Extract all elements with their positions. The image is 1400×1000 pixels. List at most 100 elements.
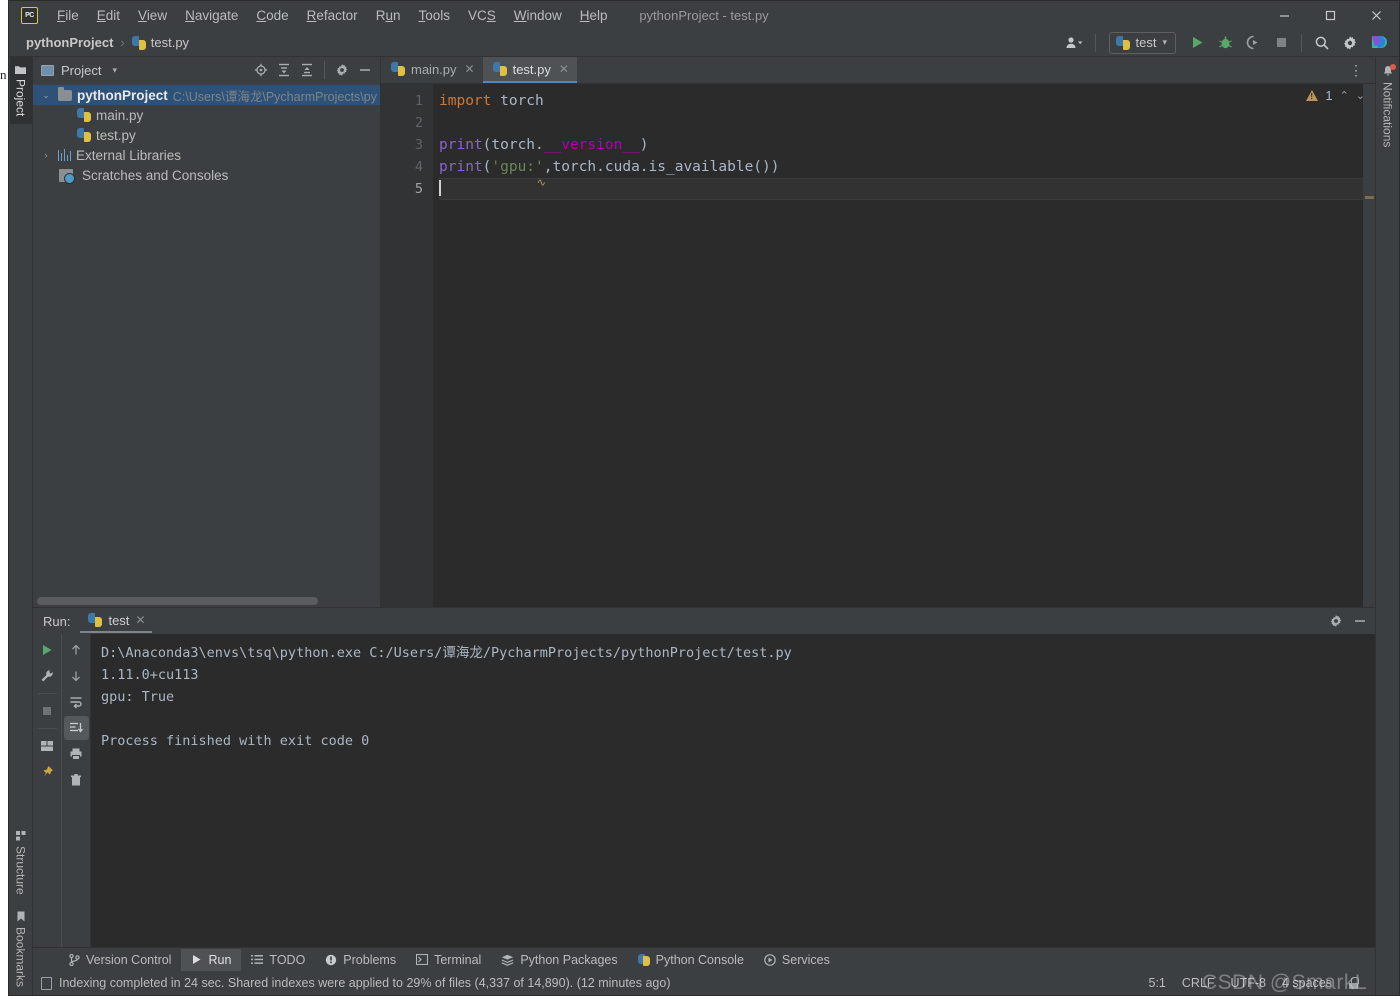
more-options-icon[interactable]: ⋮ bbox=[1343, 58, 1369, 82]
collapse-all-icon[interactable] bbox=[296, 59, 318, 81]
chevron-up-icon[interactable]: ⌃ bbox=[1340, 89, 1349, 102]
settings-icon[interactable] bbox=[331, 59, 353, 81]
hide-icon[interactable] bbox=[354, 59, 376, 81]
lock-icon[interactable] bbox=[1348, 977, 1359, 989]
close-icon[interactable]: ✕ bbox=[465, 62, 475, 76]
chevron-right-icon[interactable]: › bbox=[39, 150, 53, 160]
run-tab-test[interactable]: test ✕ bbox=[80, 610, 152, 633]
settings-icon[interactable] bbox=[1337, 31, 1363, 55]
menu-item-file[interactable]: File bbox=[48, 4, 88, 27]
rerun-icon[interactable] bbox=[35, 638, 60, 662]
file-encoding[interactable]: UTF-8 bbox=[1231, 976, 1266, 990]
editor-tab-test-py[interactable]: test.py ✕ bbox=[482, 57, 577, 83]
tree-node-label: main.py bbox=[96, 107, 144, 123]
tree-node-test-py[interactable]: test.py bbox=[33, 125, 380, 145]
hide-icon[interactable] bbox=[1349, 610, 1371, 632]
layout-icon[interactable] bbox=[35, 734, 60, 758]
run-console-output[interactable]: D:\Anaconda3\envs\tsq\python.exe C:/User… bbox=[91, 634, 1375, 947]
run-icon[interactable] bbox=[1184, 31, 1210, 55]
expand-all-icon[interactable] bbox=[273, 59, 295, 81]
editor-tab-main-py[interactable]: main.py ✕ bbox=[381, 57, 483, 83]
breadcrumb-file-label: test.py bbox=[150, 35, 190, 50]
line-number: 2 bbox=[414, 115, 423, 131]
coverage-icon[interactable] bbox=[1240, 31, 1266, 55]
caret-position[interactable]: 5:1 bbox=[1149, 976, 1166, 990]
inspection-widget[interactable]: 1 ⌃ ⌄ bbox=[1306, 88, 1365, 103]
close-button[interactable] bbox=[1353, 1, 1399, 29]
pin-icon[interactable] bbox=[35, 760, 60, 784]
menu-item-code[interactable]: Code bbox=[247, 4, 297, 27]
status-message-area[interactable]: Indexing completed in 24 sec. Shared ind… bbox=[41, 976, 671, 990]
bottom-tab-services[interactable]: Services bbox=[754, 949, 840, 971]
close-icon[interactable]: ✕ bbox=[559, 62, 569, 76]
menu-item-navigate[interactable]: Navigate bbox=[176, 4, 247, 27]
user-icon[interactable] bbox=[1062, 31, 1088, 55]
close-icon[interactable]: ✕ bbox=[135, 613, 145, 627]
bottom-tab-problems[interactable]: Problems bbox=[315, 949, 406, 971]
sidebar-item-notifications[interactable]: Notifications bbox=[1377, 57, 1399, 155]
soft-wrap-icon[interactable] bbox=[64, 690, 89, 714]
python-file-icon bbox=[492, 62, 507, 76]
debug-icon[interactable] bbox=[1212, 31, 1238, 55]
tree-node-pythonproject[interactable]: ⌄ pythonProject C:\Users\谭海龙\PycharmProj… bbox=[33, 85, 380, 105]
warning-marker[interactable] bbox=[1365, 196, 1374, 199]
sidebar-item-structure[interactable]: Structure bbox=[10, 823, 32, 903]
scrollbar-thumb[interactable] bbox=[37, 597, 319, 605]
menu-item-window[interactable]: Window bbox=[505, 4, 571, 27]
branch-icon bbox=[69, 953, 80, 966]
bottom-tab-terminal[interactable]: Terminal bbox=[406, 949, 491, 971]
scroll-to-end-icon[interactable] bbox=[63, 716, 89, 740]
menu-item-view[interactable]: View bbox=[129, 4, 176, 27]
run-pane-header-tools bbox=[1325, 610, 1371, 632]
menu-item-refactor[interactable]: Refactor bbox=[298, 4, 367, 27]
locate-icon[interactable] bbox=[250, 59, 272, 81]
menu-item-vcs[interactable]: VCS bbox=[459, 4, 505, 27]
menu-item-tools[interactable]: Tools bbox=[409, 4, 459, 27]
chevron-down-icon[interactable]: ⌄ bbox=[39, 90, 53, 101]
maximize-button[interactable] bbox=[1307, 1, 1353, 29]
bottom-tab-run[interactable]: Run bbox=[181, 948, 242, 971]
bottom-tab-todo[interactable]: TODO bbox=[241, 949, 315, 971]
bell-icon bbox=[1382, 64, 1396, 77]
sidebar-item-bookmarks[interactable]: Bookmarks bbox=[10, 903, 32, 995]
settings-icon[interactable] bbox=[1325, 610, 1347, 632]
menu-item-help[interactable]: Help bbox=[571, 4, 617, 27]
updates-icon[interactable] bbox=[1365, 31, 1391, 55]
chevron-down-icon[interactable]: ⌄ bbox=[1356, 89, 1365, 102]
status-message: Indexing completed in 24 sec. Shared ind… bbox=[59, 976, 671, 990]
sidebar-item-project[interactable]: Project bbox=[9, 57, 32, 125]
main-toolbar: test ▾ bbox=[1062, 31, 1400, 55]
wrench-icon[interactable] bbox=[35, 664, 60, 688]
down-icon[interactable] bbox=[64, 664, 89, 688]
trash-icon[interactable] bbox=[64, 768, 89, 792]
indent-setting[interactable]: 4 spaces bbox=[1282, 976, 1332, 990]
bottom-tab-python-console[interactable]: Python Console bbox=[628, 949, 754, 971]
bottom-tab-python-packages[interactable]: Python Packages bbox=[491, 949, 627, 971]
stop-icon[interactable] bbox=[1268, 31, 1294, 55]
search-icon[interactable] bbox=[1309, 31, 1335, 55]
run-configuration-selector[interactable]: test ▾ bbox=[1108, 31, 1176, 54]
project-horizontal-scrollbar[interactable] bbox=[33, 595, 380, 607]
print-icon[interactable] bbox=[64, 742, 89, 766]
project-pane-title[interactable]: Project ▾ bbox=[41, 63, 117, 78]
python-file-icon bbox=[77, 128, 91, 142]
scratch-icon bbox=[59, 168, 75, 184]
line-number-current: 5 bbox=[414, 181, 423, 197]
tree-node-scratches[interactable]: Scratches and Consoles bbox=[33, 165, 380, 185]
bottom-tab-label: Services bbox=[781, 952, 830, 967]
up-icon[interactable] bbox=[64, 638, 89, 662]
code-content[interactable]: import torch print(torch.__version__) pr… bbox=[433, 84, 1375, 607]
minimize-button[interactable] bbox=[1261, 1, 1307, 29]
stop-icon[interactable] bbox=[35, 699, 60, 723]
tree-node-external-libraries[interactable]: › External Libraries bbox=[33, 145, 380, 165]
editor-gutter[interactable]: 1 2 3 4 5 bbox=[381, 84, 433, 607]
tree-node-main-py[interactable]: main.py bbox=[33, 105, 380, 125]
breadcrumb-file[interactable]: test.py bbox=[129, 35, 192, 50]
editor-marker-bar[interactable] bbox=[1363, 84, 1375, 607]
menu-item-edit[interactable]: Edit bbox=[88, 4, 129, 27]
line-separator[interactable]: CRLF bbox=[1182, 976, 1215, 990]
breadcrumb-project[interactable]: pythonProject bbox=[23, 35, 116, 50]
code-editor[interactable]: 1 2 3 4 5 import torch print(torch.__ver… bbox=[381, 84, 1375, 607]
bottom-tab-version-control[interactable]: Version Control bbox=[59, 949, 181, 971]
menu-item-run[interactable]: Run bbox=[367, 4, 410, 27]
